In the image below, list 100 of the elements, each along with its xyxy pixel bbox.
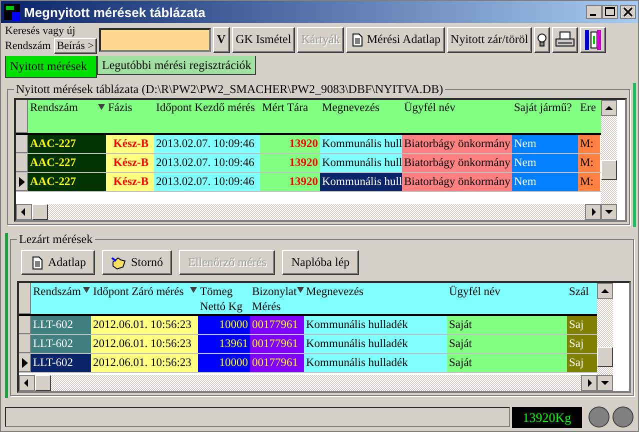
column-header[interactable]: Időpont Kezdő mérés	[154, 100, 260, 133]
table-cell: Kommunális hull	[320, 154, 402, 172]
current-row-icon	[22, 358, 28, 368]
document-icon	[350, 32, 364, 46]
table-cell: 2013.02.07. 10:09:46	[154, 154, 260, 172]
column-header[interactable]: Rendszám	[28, 100, 106, 133]
table-cell: Nem	[512, 135, 578, 153]
exit-button[interactable]	[580, 26, 606, 52]
search-field[interactable]	[98, 28, 211, 52]
row-header[interactable]	[19, 354, 31, 372]
column-header[interactable]: Ügyfél név	[402, 100, 512, 133]
scroll-up-icon[interactable]	[601, 100, 617, 116]
print-button[interactable]	[552, 26, 578, 52]
column-header[interactable]: Megnevezés	[304, 283, 447, 314]
column-header[interactable]: Szál	[567, 283, 597, 314]
table-cell: Kész-B	[106, 135, 154, 153]
scroll-left-icon[interactable]	[19, 375, 35, 391]
close-icon[interactable]	[620, 5, 636, 19]
toolbar-button[interactable]: V	[212, 26, 230, 52]
column-header[interactable]: Saját jármű?	[512, 100, 578, 133]
action-button[interactable]: Adatlap	[21, 250, 95, 275]
row-header[interactable]	[16, 173, 28, 191]
scrollbar-thumb[interactable]	[601, 160, 617, 180]
column-header[interactable]: Ügyfél név	[447, 283, 567, 314]
column-header[interactable]: Tömeg Nettó Kg	[198, 283, 250, 314]
table-cell: Kommunális hull	[320, 173, 402, 191]
table-cell: 00177961	[250, 316, 304, 334]
table-cell: AAC-227	[28, 154, 106, 172]
sort-marker-icon	[98, 104, 105, 110]
table-cell: M:	[578, 135, 600, 153]
toolbar-button[interactable]: GK Ismétel	[232, 26, 296, 52]
table-cell: 10000	[198, 316, 250, 334]
table-cell: Kész-B	[106, 154, 154, 172]
table-cell: Biatorbágy önkormány	[402, 154, 512, 172]
maximize-icon[interactable]	[602, 5, 618, 19]
table-cell: LLT-602	[31, 354, 91, 372]
toolbar-button[interactable]: Nyitott zár/töröl	[446, 26, 532, 52]
table-cell: Kommunális hulladék	[304, 354, 447, 372]
scrollbar-thumb[interactable]	[35, 375, 51, 391]
table-cell: Nem	[512, 154, 578, 172]
sort-marker-icon	[296, 287, 304, 293]
sort-marker-icon	[190, 287, 197, 293]
search-label: Rendszám	[5, 40, 51, 52]
table-cell: Biatorbágy önkormány	[402, 135, 512, 153]
table-cell: Kész-B	[106, 173, 154, 191]
table-cell: Saját	[447, 316, 567, 334]
scroll-right-icon[interactable]	[581, 375, 597, 391]
tab[interactable]: Nyitott mérések	[5, 56, 97, 78]
action-button[interactable]: Naplóba lép	[282, 250, 359, 275]
group-title: Nyitott mérések táblázata (D:\R\PW2\PW2_SMACHER\PW2_9083\DBF\NYITVA.DB)	[14, 82, 446, 97]
table-cell: LLT-602	[31, 316, 91, 334]
search-label: Keresés vagy új	[5, 25, 76, 38]
toolbar-button[interactable]: Mérési Adatlap	[346, 26, 445, 52]
table-cell: 00177961	[250, 354, 304, 372]
column-header[interactable]: Időpont Záró mérés	[91, 283, 198, 314]
table-cell: M:	[578, 173, 600, 191]
window-title: Megnyitott mérések táblázata	[24, 4, 206, 20]
table-cell: 13920	[260, 173, 320, 191]
scroll-left-icon[interactable]	[16, 204, 32, 220]
scroll-right-icon[interactable]	[585, 204, 601, 220]
scroll-up-icon[interactable]	[597, 283, 613, 299]
exit-door-icon	[583, 28, 604, 52]
action-button[interactable]: Stornó	[102, 250, 172, 275]
table-cell: Biatorbágy önkormány	[402, 173, 512, 191]
scroll-down-icon[interactable]	[601, 204, 617, 220]
scrollbar-thumb[interactable]	[32, 204, 48, 220]
column-header[interactable]: Mért Tára	[260, 100, 320, 133]
table-cell: 13920	[260, 135, 320, 153]
vertical-scrollbar[interactable]	[597, 283, 613, 391]
lamp-button[interactable]	[534, 26, 550, 52]
table-cell: Kommunális hulladék	[304, 316, 447, 334]
column-header[interactable]: Fázis	[106, 100, 154, 133]
table-cell: 2012.06.01. 10:56:23	[91, 335, 198, 353]
column-header[interactable]: Rendszám	[31, 283, 91, 314]
scrollbar-thumb[interactable]	[597, 347, 613, 367]
enter-button[interactable]: Beírás >	[54, 38, 97, 54]
table-cell: AAC-227	[28, 135, 106, 153]
minimize-icon[interactable]	[586, 5, 602, 19]
table-cell: 13920	[260, 154, 320, 172]
column-header[interactable]: Bizonylat Mérés	[250, 283, 304, 314]
table-cell: 2013.02.07. 10:09:46	[154, 135, 260, 153]
column-header[interactable]: Megnevezés	[320, 100, 402, 133]
table-cell: 2012.06.01. 10:56:23	[91, 354, 198, 372]
column-header[interactable]: Ere	[578, 100, 600, 133]
table-cell: Saj	[567, 335, 597, 353]
document-icon	[30, 256, 44, 270]
sort-marker-icon	[83, 287, 90, 293]
table-cell: Saj	[567, 354, 597, 372]
scroll-down-icon[interactable]	[597, 375, 613, 391]
current-row-icon	[18, 176, 24, 186]
table-cell: Saj	[567, 316, 597, 334]
horizontal-scrollbar[interactable]	[19, 375, 597, 391]
horizontal-scrollbar[interactable]	[16, 204, 601, 220]
hand-icon	[111, 256, 127, 270]
table-cell: Kommunális hull	[320, 135, 402, 153]
table-cell: 10000	[198, 354, 250, 372]
app-icon	[3, 3, 21, 21]
table-cell: Nem	[512, 173, 578, 191]
tab[interactable]: Legutóbbi mérési regisztrációk	[97, 56, 256, 75]
vertical-scrollbar[interactable]	[601, 100, 617, 220]
